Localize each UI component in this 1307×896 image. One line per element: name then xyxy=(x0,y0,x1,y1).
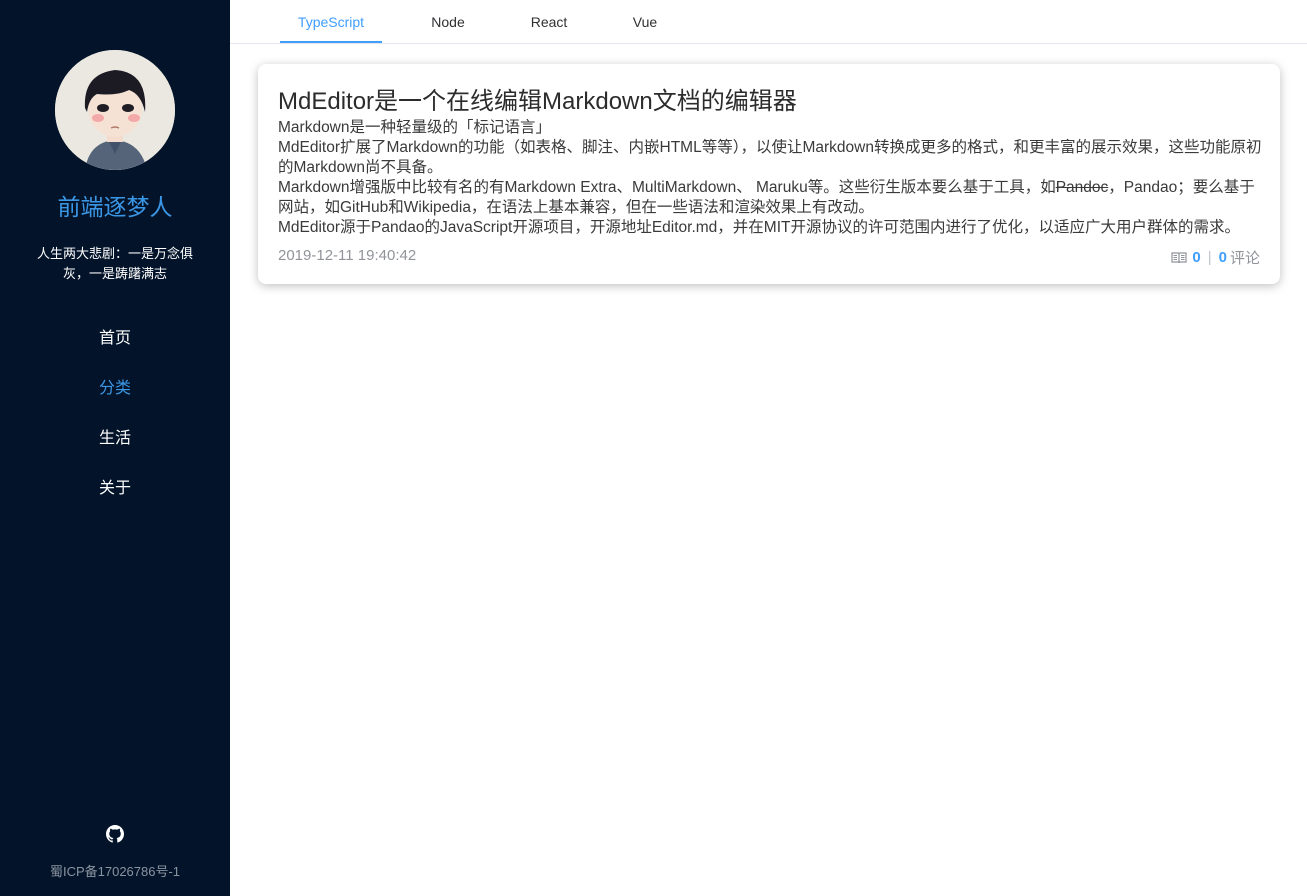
active-tab-indicator xyxy=(280,41,382,43)
excerpt-paragraph: MdEditor源于Pandao的JavaScript开源项目，开源地址Edit… xyxy=(278,219,1240,236)
meta-divider: | xyxy=(1207,249,1212,266)
tab-typescript[interactable]: TypeScript xyxy=(280,0,382,43)
article-card[interactable]: MdEditor是一个在线编辑Markdown文档的编辑器 Markdown是一… xyxy=(258,64,1280,284)
category-tabs: TypeScript Node React Vue xyxy=(230,0,1307,44)
comment-label[interactable]: 评论 xyxy=(1230,247,1260,268)
view-count: 0 xyxy=(1192,249,1201,266)
nav-item-home[interactable]: 首页 xyxy=(0,323,230,373)
nav-item-about[interactable]: 关于 xyxy=(0,473,230,523)
avatar-illustration xyxy=(55,50,175,170)
github-icon[interactable] xyxy=(106,825,124,843)
motto: 人生两大悲剧：一是万念俱灰，一是踌躇满志 xyxy=(36,246,193,281)
strikethrough-text: Pandoc xyxy=(1055,179,1109,196)
comment-count: 0 xyxy=(1218,249,1227,266)
excerpt-paragraph: Markdown是一种轻量级的「标记语言」 xyxy=(278,119,551,136)
tab-react[interactable]: React xyxy=(513,0,585,43)
sidebar: 前端逐梦人 人生两大悲剧：一是万念俱灰，一是踌躇满志 首页 分类 生活 关于 蜀… xyxy=(0,0,230,896)
sidebar-nav: 首页 分类 生活 关于 xyxy=(0,323,230,523)
nav-item-category[interactable]: 分类 xyxy=(0,373,230,423)
excerpt-paragraph: MdEditor扩展了Markdown的功能（如表格、脚注、内嵌HTML等等），… xyxy=(278,139,1262,176)
article-date: 2019-12-11 19:40:42 xyxy=(278,247,417,264)
nav-item-life[interactable]: 生活 xyxy=(0,423,230,473)
article-meta: 0 | 0 评论 xyxy=(1171,247,1260,268)
tab-node[interactable]: Node xyxy=(412,0,484,43)
article-title[interactable]: MdEditor是一个在线编辑Markdown文档的编辑器 xyxy=(278,81,797,116)
excerpt-paragraph: Markdown增强版中比较有名的有Markdown Extra、MultiMa… xyxy=(278,178,1262,218)
site-name[interactable]: 前端逐梦人 xyxy=(0,188,230,222)
book-icon xyxy=(1171,251,1187,263)
icp-record[interactable]: 蜀ICP备17026786号-1 xyxy=(0,861,230,880)
avatar[interactable] xyxy=(55,50,175,170)
article-excerpt: Markdown是一种轻量级的「标记语言」 MdEditor扩展了Markdow… xyxy=(278,118,1262,236)
excerpt-text: Markdown增强版中比较有名的有Markdown Extra、MultiMa… xyxy=(278,179,1056,196)
tab-vue[interactable]: Vue xyxy=(609,0,681,43)
